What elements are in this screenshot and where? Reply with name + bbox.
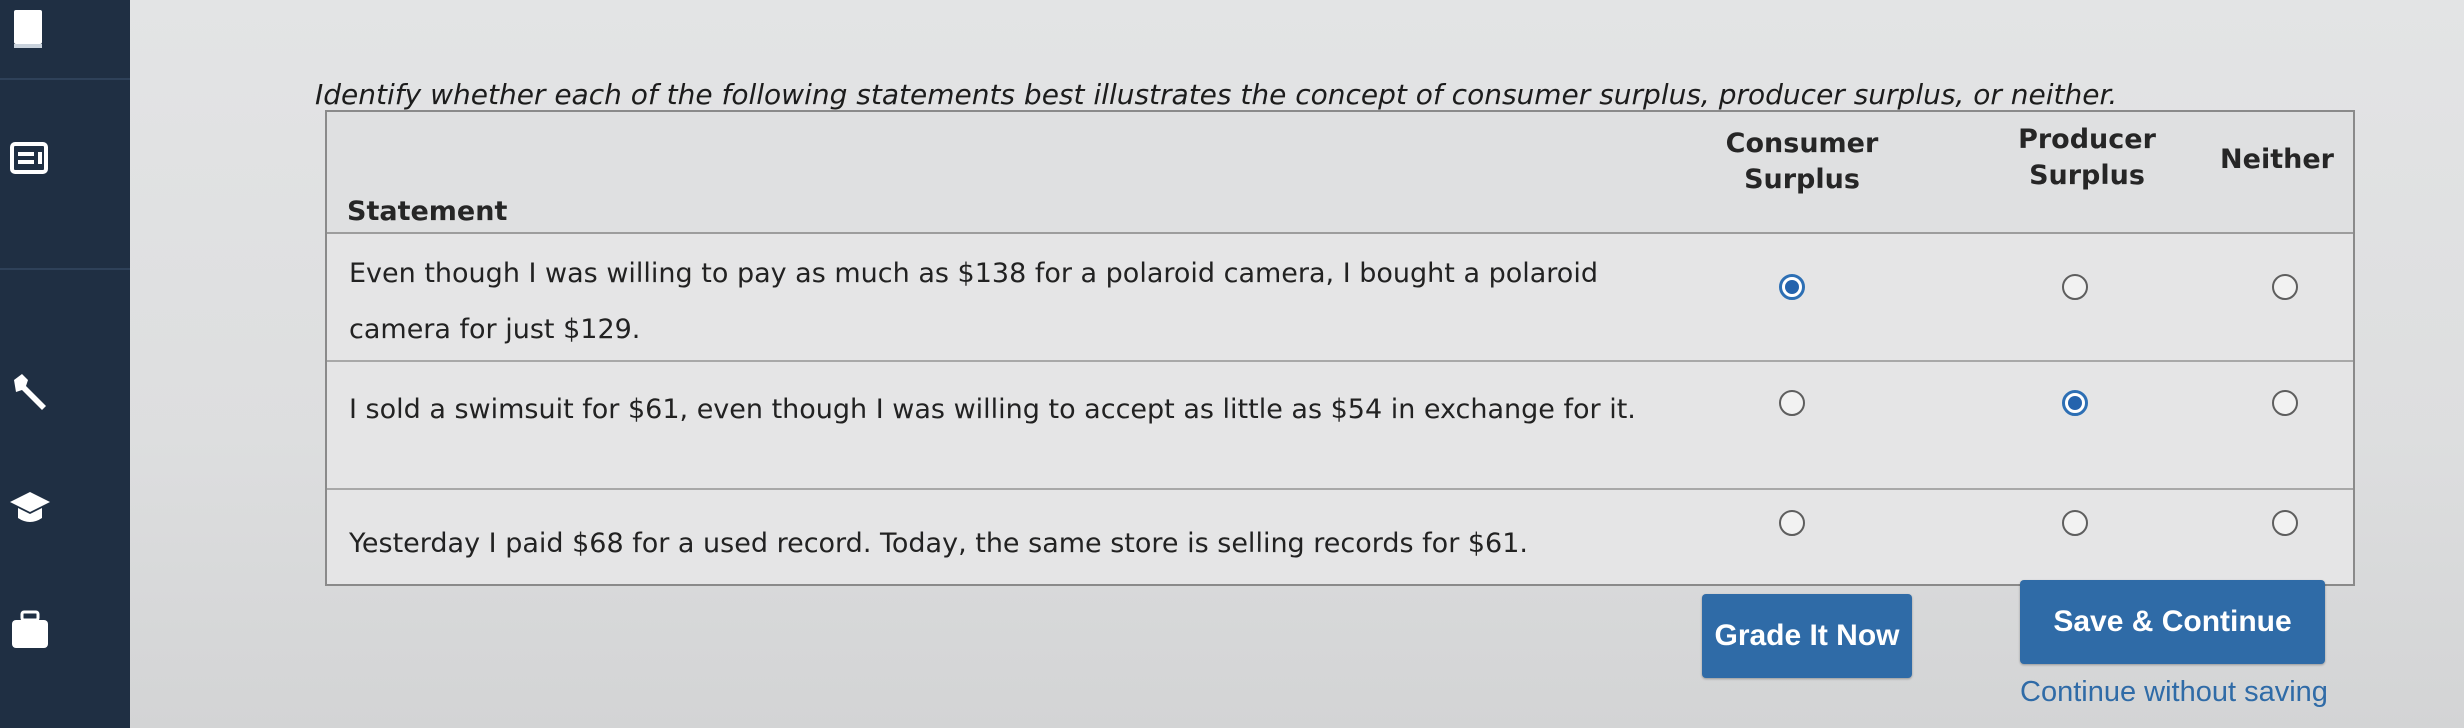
radio-neither[interactable]	[2272, 510, 2298, 536]
radio-consumer-surplus[interactable]	[1779, 390, 1805, 416]
radio-neither[interactable]	[2272, 274, 2298, 300]
briefcase-icon[interactable]	[0, 600, 60, 660]
sidebar-divider	[0, 268, 130, 270]
save-continue-button[interactable]: Save & Continue	[2020, 580, 2325, 664]
graduation-cap-icon[interactable]	[0, 478, 60, 538]
statement-text: I sold a swimsuit for $61, even though I…	[349, 394, 1636, 425]
grade-it-now-button[interactable]: Grade It Now	[1702, 594, 1912, 678]
radio-producer-surplus[interactable]	[2062, 390, 2088, 416]
sidebar-divider	[0, 78, 130, 80]
table-row: Yesterday I paid $68 for a used record. …	[327, 490, 2353, 586]
book-icon[interactable]	[0, 0, 60, 60]
wrench-icon[interactable]	[0, 362, 60, 422]
table-header: Statement Consumer Surplus Producer Surplu…	[327, 112, 2353, 234]
instructions-text: Identify whether each of the following s…	[315, 78, 2118, 111]
main-panel: Identify whether each of the following s…	[130, 0, 2464, 728]
header-statement: Statement	[347, 196, 508, 227]
header-neither: Neither	[2220, 144, 2334, 175]
header-producer-surplus: Producer Surplus	[2018, 124, 2156, 191]
header-consumer-surplus: Consumer Surplus	[1725, 128, 1879, 195]
table-row: Even though I was willing to pay as much…	[327, 232, 2353, 362]
radio-producer-surplus[interactable]	[2062, 274, 2088, 300]
table-row: I sold a swimsuit for $61, even though I…	[327, 362, 2353, 490]
list-icon[interactable]	[0, 128, 60, 188]
statement-text: Yesterday I paid $68 for a used record. …	[349, 528, 1528, 559]
statement-text: Even though I was willing to pay as much…	[349, 258, 1598, 345]
radio-neither[interactable]	[2272, 390, 2298, 416]
continue-without-saving-link[interactable]: Continue without saving	[2020, 676, 2328, 709]
radio-consumer-surplus[interactable]	[1779, 510, 1805, 536]
sidebar	[0, 0, 130, 728]
question-table: Statement Consumer Surplus Producer Surplu…	[325, 110, 2355, 586]
radio-producer-surplus[interactable]	[2062, 510, 2088, 536]
radio-consumer-surplus[interactable]	[1779, 274, 1805, 300]
